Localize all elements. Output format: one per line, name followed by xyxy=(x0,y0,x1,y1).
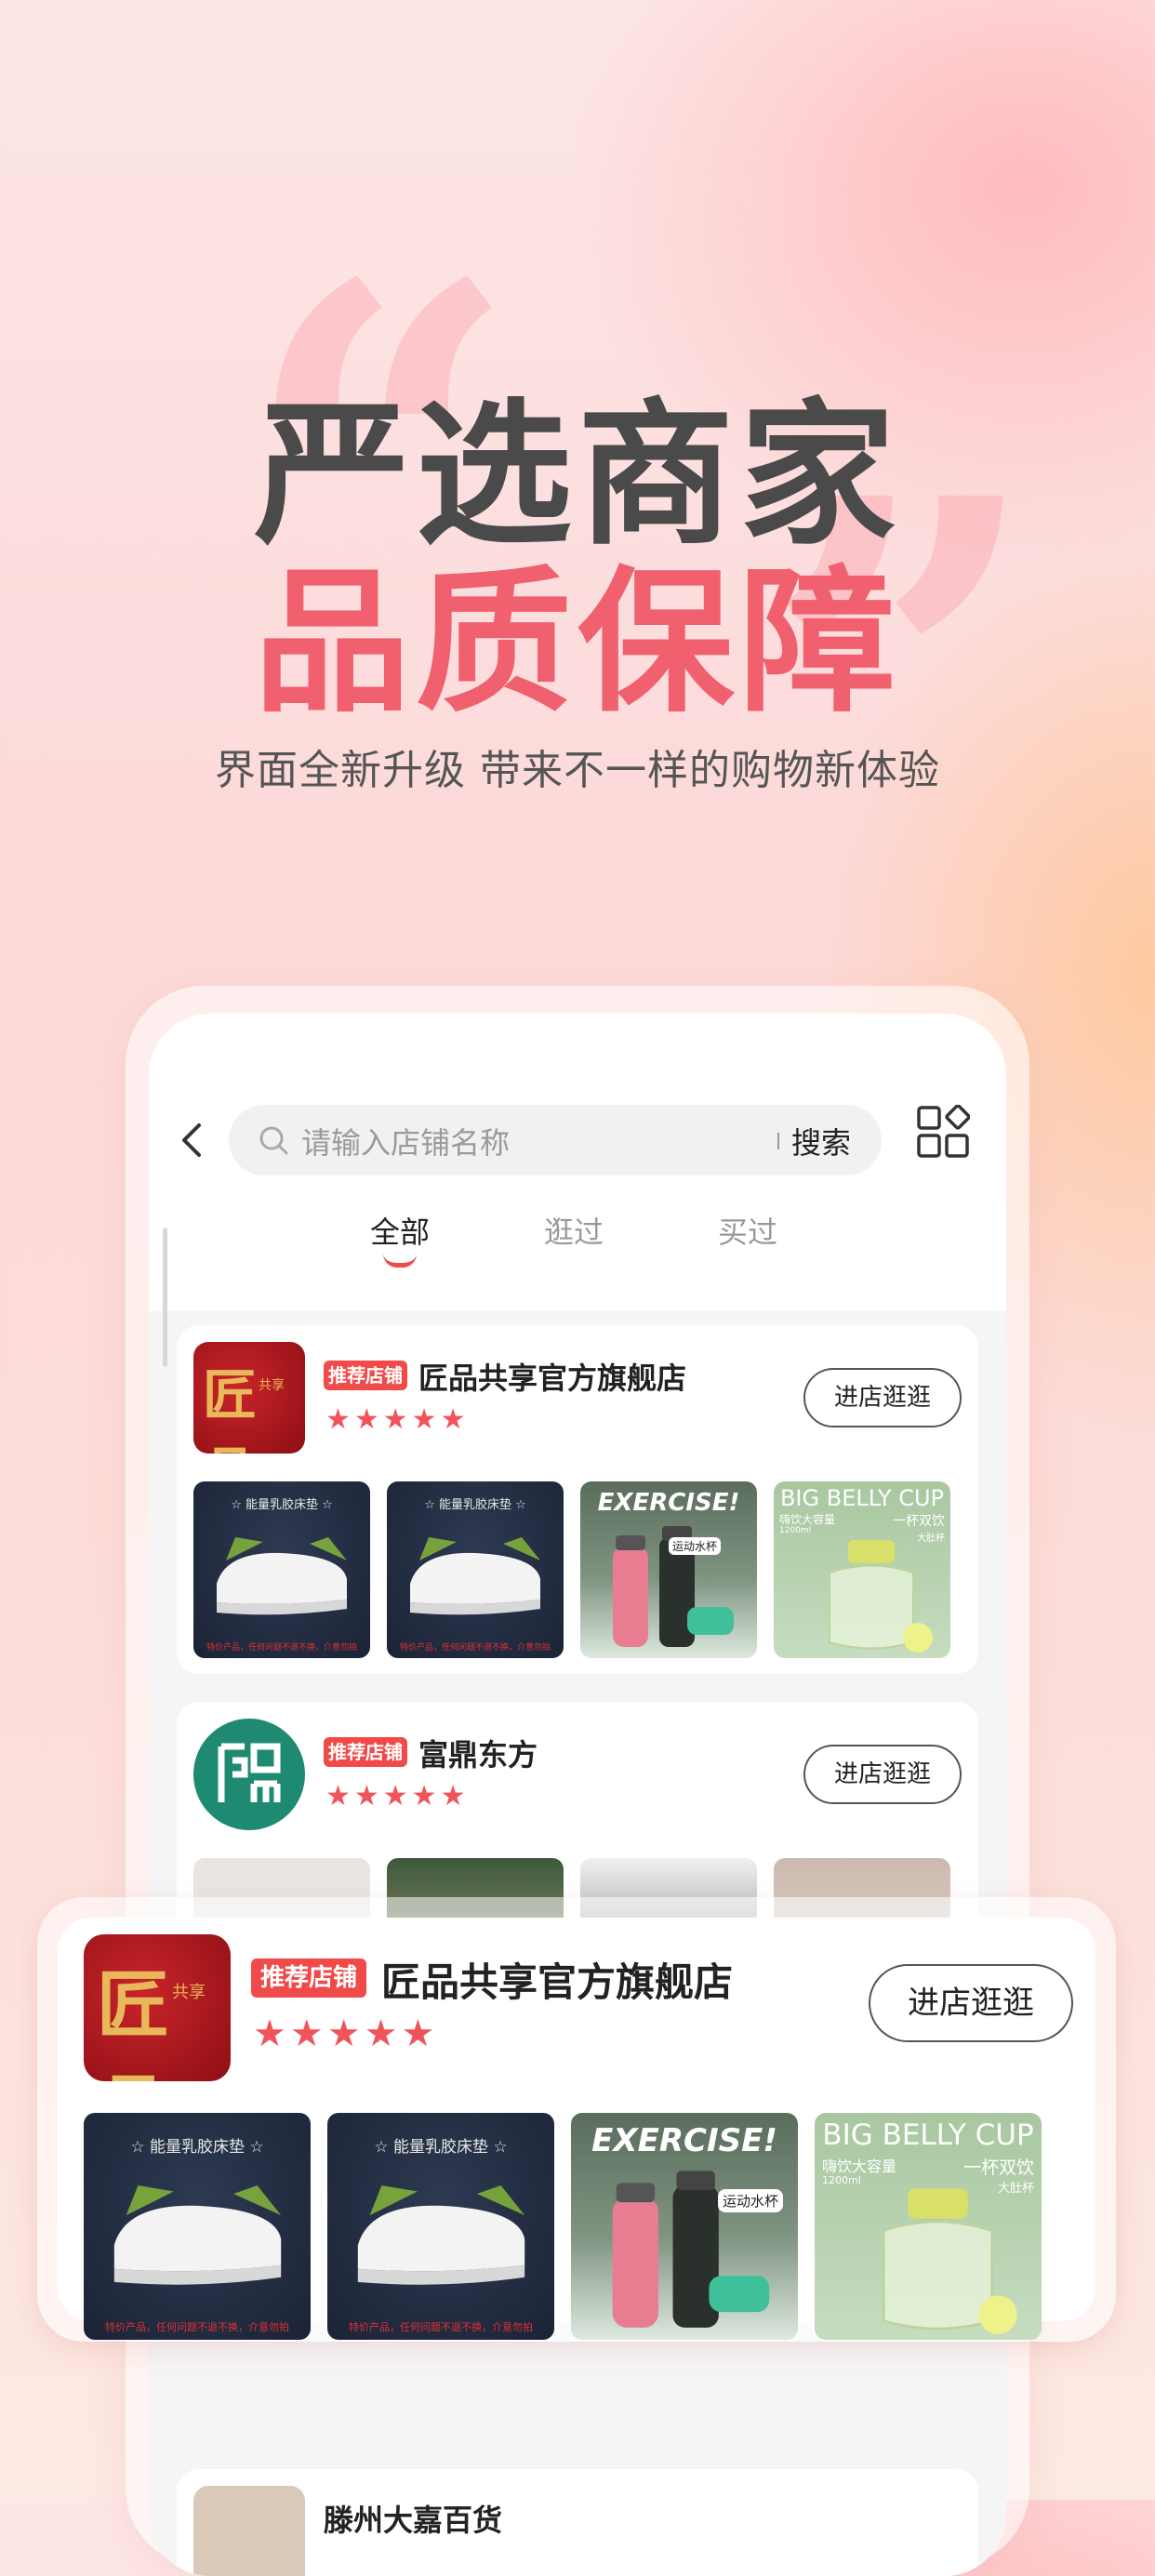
rating-stars: ★★★★★ xyxy=(325,1780,470,1812)
store-name[interactable]: 匠品共享官方旗舰店 xyxy=(418,1355,686,1398)
bottles-image xyxy=(612,2171,770,2328)
product-thumbnail[interactable]: BIG BELLY CUP 嗨饮大容量 1200ml 一杯双饮 大肚杯 xyxy=(815,2113,1042,2340)
tab-all[interactable]: 全部 xyxy=(370,1209,430,1252)
mattress-image xyxy=(113,2185,282,2285)
visit-store-button[interactable]: 进店逛逛 xyxy=(869,1964,1073,2042)
store-name[interactable]: 滕州大嘉百货 xyxy=(324,2497,502,2540)
mattress-image xyxy=(217,1537,347,1615)
featured-store-card: 匠品 共享 推荐店铺 匠品共享官方旗舰店 ★★★★★ 进店逛逛 ☆ 能量乳胶床垫… xyxy=(37,1897,1116,2342)
product-thumbnail[interactable]: ☆ 能量乳胶床垫 ☆ 特价产品，任何问题不退不换，介意勿拍 xyxy=(387,1481,564,1658)
search-input[interactable]: 请输入店铺名称 xyxy=(301,1120,510,1162)
recommended-badge: 推荐店铺 xyxy=(324,1737,407,1767)
search-icon xyxy=(259,1126,288,1155)
search-divider xyxy=(777,1133,779,1149)
product-thumbnail[interactable]: EXERCISE! 运动水杯 xyxy=(571,2113,798,2340)
store-logo[interactable] xyxy=(193,1719,305,1830)
product-thumbnail[interactable]: BIG BELLY CUP 嗨饮大容量 1200ml 一杯双饮 大肚杯 xyxy=(774,1481,950,1658)
tab-purchased[interactable]: 买过 xyxy=(718,1209,777,1252)
tab-visited[interactable]: 逛过 xyxy=(544,1209,604,1252)
featured-store-card-inner: 匠品 共享 推荐店铺 匠品共享官方旗舰店 ★★★★★ 进店逛逛 ☆ 能量乳胶床垫… xyxy=(58,1918,1095,2340)
product-thumbnail[interactable]: ☆ 能量乳胶床垫 ☆ 特价产品，任何问题不退不换，介意勿拍 xyxy=(327,2113,554,2340)
rating-stars: ★★★★★ xyxy=(253,2012,439,2055)
search-button[interactable]: 搜索 xyxy=(791,1120,851,1162)
store-name[interactable]: 富鼎东方 xyxy=(418,1732,538,1774)
store-card: 滕州大嘉百货 xyxy=(177,2469,978,2576)
search-bar[interactable]: 请输入店铺名称 搜索 xyxy=(229,1105,882,1175)
store-logo[interactable]: 匠品 共享 xyxy=(193,1342,305,1454)
product-thumbnail[interactable]: ☆ 能量乳胶床垫 ☆ 特价产品，任何问题不退不换，介意勿拍 xyxy=(84,2113,311,2340)
store-card: 匠品 共享 推荐店铺 匠品共享官方旗舰店 ★★★★★ 进店逛逛 ☆ 能量乳胶床垫… xyxy=(177,1325,978,1674)
phone-screen: 请输入店铺名称 搜索 全部 逛过 买过 匠品 共享 推荐店铺 匠品共享官方旗 xyxy=(149,1014,1006,2576)
store-logo[interactable]: 匠品 共享 xyxy=(84,1934,231,2081)
recommended-badge: 推荐店铺 xyxy=(251,1959,366,1998)
visit-store-button[interactable]: 进店逛逛 xyxy=(803,1368,962,1427)
scrollbar[interactable] xyxy=(163,1228,167,1367)
visit-store-button[interactable]: 进店逛逛 xyxy=(803,1745,962,1804)
back-arrow-icon[interactable] xyxy=(167,1114,219,1166)
cup-image xyxy=(829,1540,933,1653)
mattress-image xyxy=(357,2185,525,2285)
cup-image xyxy=(883,2188,1017,2334)
hero-subtitle: 界面全新升级 带来不一样的购物新体验 xyxy=(215,747,940,794)
product-thumbnail[interactable]: EXERCISE! 运动水杯 xyxy=(580,1481,757,1658)
store-name[interactable]: 匠品共享官方旗舰店 xyxy=(381,1951,733,2008)
rating-stars: ★★★★★ xyxy=(325,1403,470,1436)
active-tab-indicator xyxy=(383,1254,417,1268)
recommended-badge: 推荐店铺 xyxy=(324,1361,407,1390)
mattress-image xyxy=(410,1537,540,1615)
product-thumbnail[interactable]: ☆ 能量乳胶床垫 ☆ 特价产品，任何问题不退不换，介意勿拍 xyxy=(193,1481,370,1658)
category-grid-icon[interactable] xyxy=(916,1105,970,1159)
hero-title-line2: 品质保障 xyxy=(254,551,901,734)
app-header: 请输入店铺名称 搜索 全部 逛过 买过 xyxy=(149,1014,1006,1311)
